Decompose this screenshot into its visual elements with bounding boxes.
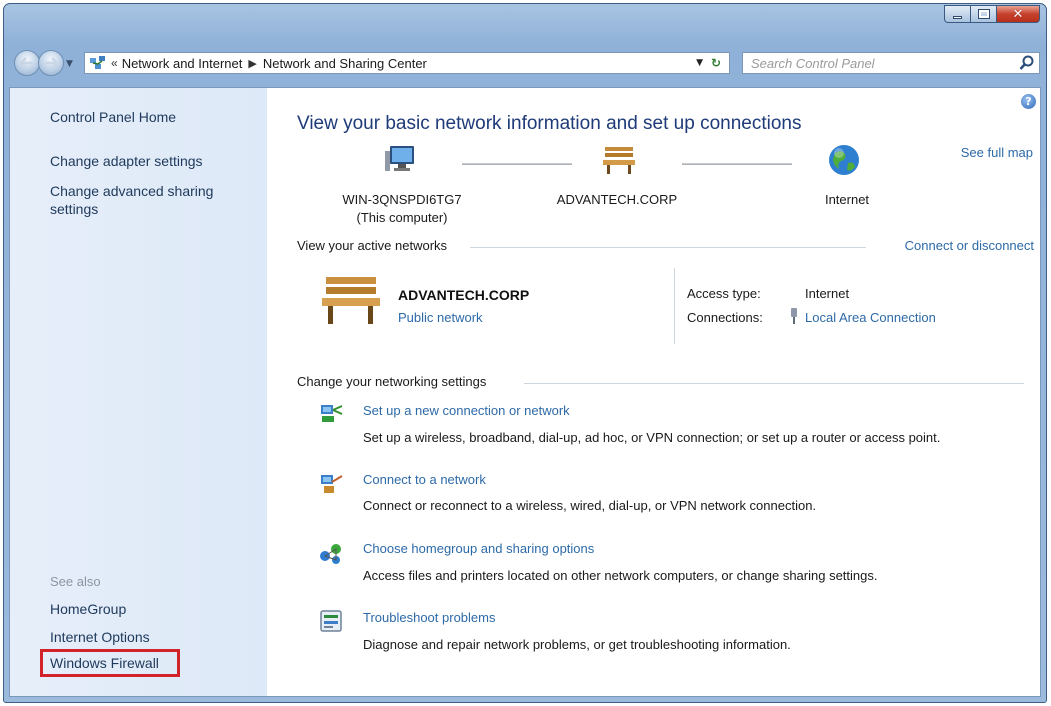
active-network-name: ADVANTECH.CORP (398, 287, 530, 303)
back-arrow-icon (20, 57, 33, 69)
close-button[interactable]: ✕ (996, 5, 1040, 23)
content-pane: Control Panel Home Change adapter settin… (9, 87, 1041, 697)
section-divider (524, 383, 1024, 384)
close-icon: ✕ (1012, 6, 1024, 22)
task-homegroup-desc: Access files and printers located on oth… (363, 568, 878, 583)
refresh-icon[interactable]: ↻ (707, 55, 725, 71)
breadcrumb-overflow[interactable]: « (111, 56, 118, 70)
map-computer-name: WIN-3QNSPDI6TG7 (342, 192, 462, 207)
sidebar: Control Panel Home Change adapter settin… (10, 88, 267, 696)
task-connect-network[interactable]: Connect to a network (363, 472, 486, 487)
task-new-connection[interactable]: Set up a new connection or network (363, 403, 570, 418)
ethernet-icon (791, 308, 797, 324)
minimize-icon (953, 15, 962, 19)
change-settings-heading: Change your networking settings (297, 374, 487, 389)
breadcrumb-network-sharing-center[interactable]: Network and Sharing Center (263, 56, 427, 71)
page-title: View your basic network information and … (297, 113, 802, 134)
navigation-bar: ▼ « Network and Internet ▶ Network and S… (10, 50, 1040, 76)
task-connect-network-desc: Connect or reconnect to a wireless, wire… (363, 498, 817, 513)
address-dropdown-icon[interactable]: ▼ (696, 58, 703, 68)
breadcrumb-separator-icon[interactable]: ▶ (248, 57, 256, 70)
caption-buttons: ✕ (944, 5, 1040, 23)
sidebar-homegroup[interactable]: HomeGroup (50, 600, 126, 618)
public-network-bench-icon[interactable] (320, 274, 382, 326)
connect-or-disconnect-link[interactable]: Connect or disconnect (905, 238, 1034, 253)
task-homegroup[interactable]: Choose homegroup and sharing options (363, 541, 594, 556)
search-box[interactable] (742, 52, 1040, 74)
maximize-button[interactable] (970, 5, 996, 23)
section-divider (470, 247, 866, 248)
map-link-line (682, 163, 792, 165)
search-input[interactable] (743, 53, 1003, 73)
computer-icon (385, 146, 414, 171)
map-link-line (462, 163, 572, 165)
task-new-connection-desc: Set up a wireless, broadband, dial-up, a… (363, 430, 941, 445)
sidebar-change-adapter-settings[interactable]: Change adapter settings (50, 152, 203, 170)
homegroup-icon (320, 544, 341, 564)
network-map: See full map WIN-3QNSPDI6TG7 (This compu… (297, 143, 1037, 233)
highlight-box (40, 649, 180, 677)
network-type-link[interactable]: Public network (398, 310, 483, 325)
address-bar[interactable]: « Network and Internet ▶ Network and Sha… (84, 52, 730, 74)
breadcrumb-network-and-internet[interactable]: Network and Internet (122, 56, 243, 71)
bench-icon (603, 147, 635, 174)
connections-label: Connections: (687, 310, 763, 325)
active-networks-heading: View your active networks (297, 238, 448, 253)
map-network-name: ADVANTECH.CORP (556, 192, 678, 207)
help-icon[interactable]: ? (1021, 94, 1036, 109)
network-folder-icon (90, 56, 105, 69)
sidebar-internet-options[interactable]: Internet Options (50, 628, 150, 646)
internet-globe-icon (829, 145, 859, 175)
map-internet-label: Internet (824, 192, 870, 207)
connect-network-icon (321, 475, 343, 493)
forward-button[interactable] (38, 50, 64, 76)
access-type-value: Internet (805, 286, 850, 301)
search-icon[interactable] (1019, 55, 1035, 71)
map-computer-note: (This computer) (356, 210, 448, 225)
back-button[interactable] (14, 50, 40, 76)
see-also-label: See also (50, 574, 101, 589)
sidebar-change-advanced-sharing[interactable]: Change advanced sharing settings (50, 182, 240, 218)
troubleshoot-icon (320, 610, 342, 632)
task-troubleshoot-desc: Diagnose and repair network problems, or… (363, 637, 791, 652)
new-connection-icon (321, 405, 343, 422)
sidebar-control-panel-home[interactable]: Control Panel Home (50, 108, 176, 126)
maximize-icon (977, 9, 990, 19)
forward-arrow-icon (45, 57, 58, 69)
vertical-divider (674, 268, 675, 344)
local-area-connection-link[interactable]: Local Area Connection (805, 310, 936, 325)
recent-pages-dropdown[interactable]: ▼ (66, 59, 74, 69)
access-type-label: Access type: (687, 286, 761, 301)
task-troubleshoot[interactable]: Troubleshoot problems (363, 610, 495, 625)
minimize-button[interactable] (944, 5, 970, 23)
see-full-map-link[interactable]: See full map (961, 145, 1033, 160)
